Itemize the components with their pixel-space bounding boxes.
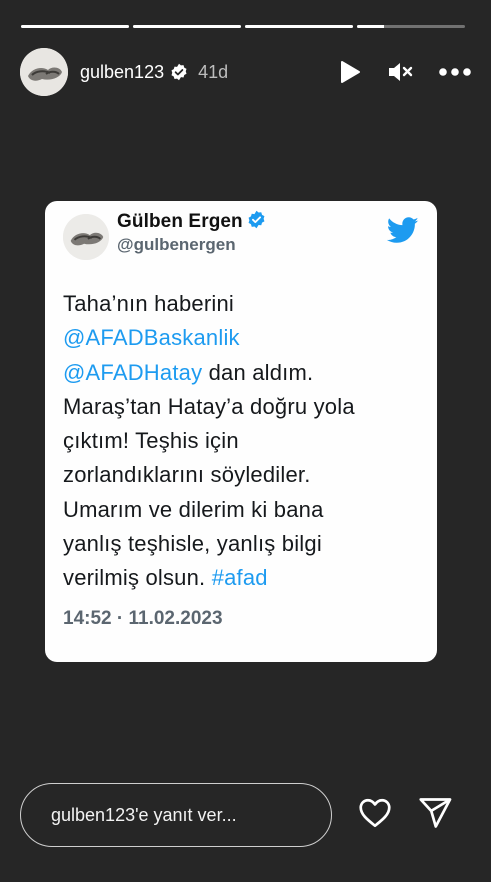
verified-badge-icon xyxy=(247,210,266,235)
send-icon[interactable] xyxy=(417,795,453,836)
username[interactable]: gulben123 xyxy=(80,62,164,83)
tweet-line: zorlandıklarını söylediler. xyxy=(63,462,311,488)
more-icon[interactable] xyxy=(439,67,471,77)
verified-badge-icon xyxy=(170,63,188,81)
tweet-line: yanlış teşhisle, yanlış bilgi xyxy=(63,531,322,557)
tweet-timestamp: 14:52 · 11.02.2023 xyxy=(63,608,223,629)
tweet-card: Gülben Ergen @gulbenergen Taha’nın haber… xyxy=(45,201,437,662)
tweet-line-text: verilmiş olsun. xyxy=(63,565,212,591)
tweet-line: çıktım! Teşhis için xyxy=(63,428,239,454)
reply-placeholder: gulben123'e yanıt ver... xyxy=(51,804,237,825)
time-ago: 41d xyxy=(198,61,229,82)
progress-segment xyxy=(245,25,353,28)
mention-link[interactable]: @AFADHatay xyxy=(63,360,202,385)
tweet-line: Taha’nın haberini xyxy=(63,291,234,316)
tweet-avatar xyxy=(63,214,109,260)
progress-segment xyxy=(357,25,465,28)
tweet-display-name: Gülben Ergen xyxy=(117,210,266,235)
mention-link[interactable]: @AFADBaskanlik xyxy=(63,325,240,350)
tweet-handle: @gulbenergen xyxy=(117,235,236,254)
progress-segment xyxy=(21,25,129,28)
avatar[interactable] xyxy=(20,48,68,96)
tweet-body: Taha’nın haberini @AFADBaskanlik @AFADHa… xyxy=(63,287,423,596)
progress-segment xyxy=(133,25,241,28)
story-header: gulben123 41d xyxy=(20,47,471,97)
tweet-line-text: dan aldım. xyxy=(202,359,314,385)
play-icon[interactable] xyxy=(339,60,361,84)
reply-input[interactable]: gulben123'e yanıt ver... xyxy=(20,783,332,847)
twitter-bird-icon xyxy=(386,217,419,249)
hashtag-link[interactable]: #afad xyxy=(212,565,268,590)
tweet-line: Maraş’tan Hatay’a doğru yola xyxy=(63,393,355,419)
mute-icon[interactable] xyxy=(387,60,413,84)
tweet-line: Umarım ve dilerim ki bana xyxy=(63,496,324,522)
heart-icon[interactable] xyxy=(357,795,393,836)
story-viewer: gulben123 41d Gülben Ergen @gulbenergen … xyxy=(0,0,491,882)
story-progress-bar xyxy=(21,25,465,29)
tweet-display-name-text: Gülben Ergen xyxy=(117,211,243,232)
